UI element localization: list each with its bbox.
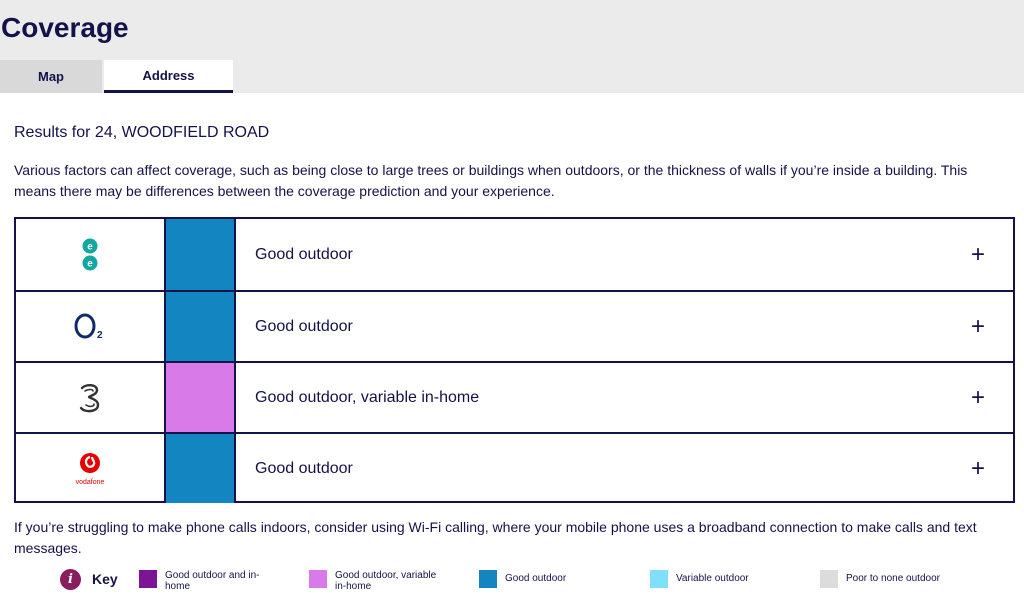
key-swatch [650,570,668,588]
coverage-row-ee[interactable]: e e Good outdoor + [16,219,1013,290]
key-item: Good outdoor [479,570,615,588]
key-swatch [139,570,157,588]
wifi-calling-note: If you’re struggling to make phone calls… [14,519,977,556]
key-label: Good outdoor [505,573,567,584]
key-item: Poor to none outdoor [820,570,956,588]
expand-icon[interactable]: + [943,363,1013,432]
key-item: Good outdoor, variable in-home [309,570,445,592]
svg-text:2: 2 [97,330,103,341]
key-title: Key [92,571,118,587]
svg-text:e: e [87,241,93,252]
coverage-label: Good outdoor [255,317,353,335]
coverage-label: Good outdoor [255,459,353,477]
o2-logo-cell: 2 [16,292,166,361]
key-swatch [820,570,838,588]
three-logo-cell [16,363,166,432]
page-title: Coverage [1,12,129,43]
coverage-swatch [166,363,236,432]
coverage-row-vodafone[interactable]: vodafone Good outdoor + [16,432,1013,503]
ee-logo-cell: e e [16,219,166,290]
coverage-row-three[interactable]: Good outdoor, variable in-home + [16,361,1013,432]
key-label: Poor to none outdoor [846,573,940,584]
vodafone-logo: vodafone [76,452,105,486]
three-logo [79,383,100,412]
info-icon[interactable]: i [60,568,81,590]
key-swatch [309,570,327,588]
key-label: Good outdoor, variable in-home [335,570,437,592]
svg-text:e: e [87,258,93,269]
svg-text:vodafone: vodafone [76,479,105,486]
key-label: Good outdoor and in-home [165,570,260,592]
key-swatch [479,570,497,588]
coverage-label: Good outdoor, variable in-home [255,388,480,406]
header-bar: Coverage Map Address [0,0,1024,93]
coverage-swatch [166,219,236,290]
o2-logo: 2 [74,313,103,341]
expand-icon[interactable]: + [943,219,1013,290]
ee-logo: e e [82,238,98,270]
vodafone-logo-cell: vodafone [16,434,166,503]
key-label: Variable outdoor [676,573,749,584]
intro-text: Various factors can affect coverage, suc… [14,162,968,199]
coverage-table: e e Good outdoor + 2 Good outdoor + Good… [14,217,1015,503]
key-item: Good outdoor and in-home [139,570,275,592]
expand-icon[interactable]: + [943,434,1013,503]
coverage-row-o2[interactable]: 2 Good outdoor + [16,290,1013,361]
coverage-swatch [166,292,236,361]
key-header: i Key [60,566,118,592]
results-title: Results for 24, WOODFIELD ROAD [14,124,270,141]
expand-icon[interactable]: + [943,292,1013,361]
tab-map[interactable]: Map [0,60,102,93]
tab-address[interactable]: Address [104,60,233,93]
key-item: Variable outdoor [650,570,786,588]
tab-bar: Map Address [0,60,233,93]
coverage-label: Good outdoor [255,245,353,263]
coverage-swatch [166,434,236,503]
